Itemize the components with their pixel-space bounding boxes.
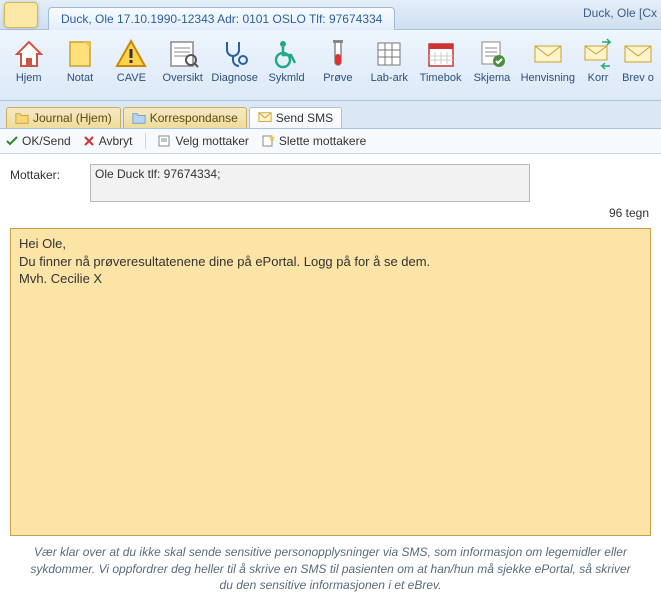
folder-icon [132, 111, 146, 125]
action-label: Velg mottaker [176, 134, 249, 148]
patient-tabbar: Duck, Ole 17.10.1990-12343 Adr: 0101 OSL… [48, 7, 395, 30]
grid-icon [373, 38, 405, 70]
recipient-label: Mottaker: [10, 164, 80, 182]
titlebar: Duck, Ole 17.10.1990-12343 Adr: 0101 OSL… [0, 0, 661, 30]
ribbon-skjema[interactable]: Skjema [467, 34, 516, 98]
action-label: OK/Send [22, 134, 71, 148]
app-icon[interactable] [4, 2, 38, 28]
ribbon-labark[interactable]: Lab-ark [365, 34, 414, 98]
wheelchair-icon [271, 38, 303, 70]
tab-label: Journal (Hjem) [33, 111, 112, 125]
tab-journal[interactable]: Journal (Hjem) [6, 107, 121, 128]
ribbon-brev[interactable]: Brev o [619, 34, 657, 98]
action-label: Avbryt [99, 134, 133, 148]
warning-icon [115, 38, 147, 70]
x-icon [83, 135, 95, 147]
cancel-button[interactable]: Avbryt [83, 134, 133, 148]
check-icon [6, 135, 18, 147]
testtube-icon [322, 38, 354, 70]
ribbon-label: Lab-ark [371, 72, 408, 84]
ribbon-label: Brev o [622, 72, 654, 84]
ribbon-timebok[interactable]: Timebok [416, 34, 465, 98]
envelope-icon [532, 38, 564, 70]
ribbon-prove[interactable]: Prøve [313, 34, 362, 98]
ribbon-label: Oversikt [163, 72, 203, 84]
folder-icon [15, 111, 29, 125]
recipient-input[interactable]: Ole Duck tlf: 97674334; [90, 164, 530, 202]
ribbon-label: Hjem [16, 72, 42, 84]
ribbon-hjem[interactable]: Hjem [4, 34, 53, 98]
disclaimer-text: Vær klar over at du ikke skal sende sens… [10, 536, 651, 597]
ribbon-label: Diagnose [211, 72, 257, 84]
ribbon-oversikt[interactable]: Oversikt [158, 34, 207, 98]
overview-icon [167, 38, 199, 70]
select-recipient-button[interactable]: Velg mottaker [158, 134, 249, 148]
tab-label: Send SMS [276, 111, 333, 125]
patient-tab[interactable]: Duck, Ole 17.10.1990-12343 Adr: 0101 OSL… [48, 7, 395, 30]
ribbon-label: Prøve [323, 72, 352, 84]
separator [145, 133, 146, 149]
ribbon-henvisning[interactable]: Henvisning [519, 34, 577, 98]
document-icon [158, 135, 172, 147]
calendar-icon [425, 38, 457, 70]
home-icon [13, 38, 45, 70]
tab-send-sms[interactable]: Send SMS [249, 107, 342, 128]
ribbon-label: Korr [588, 72, 609, 84]
ribbon-label: Sykmld [269, 72, 305, 84]
form-icon [476, 38, 508, 70]
ribbon-sykmld[interactable]: Sykmld [262, 34, 311, 98]
ribbon-label: Skjema [474, 72, 511, 84]
letter-icon [622, 38, 654, 70]
window-title: Duck, Ole [Cx [583, 6, 657, 20]
ribbon-label: Henvisning [521, 72, 575, 84]
stethoscope-icon [219, 38, 251, 70]
tab-korrespondanse[interactable]: Korrespondanse [123, 107, 247, 128]
mail-exchange-icon [582, 38, 614, 70]
document-star-icon [261, 134, 275, 148]
content-area: Mottaker: Ole Duck tlf: 97674334; 96 teg… [0, 154, 661, 604]
note-icon [64, 38, 96, 70]
ribbon-label: Notat [67, 72, 93, 84]
message-textarea[interactable]: Hei Ole, Du finner nå prøveresultatenene… [10, 228, 651, 536]
action-bar: OK/Send Avbryt Velg mottaker Slette mott… [0, 129, 661, 154]
tab-label: Korrespondanse [150, 111, 238, 125]
ribbon-diagnose[interactable]: Diagnose [209, 34, 259, 98]
delete-recipients-button[interactable]: Slette mottakere [261, 134, 366, 148]
recipient-row: Mottaker: Ole Duck tlf: 97674334; 96 teg… [10, 164, 651, 202]
ok-send-button[interactable]: OK/Send [6, 134, 71, 148]
char-count: 96 tegn [609, 206, 649, 220]
ribbon-toolbar: Hjem Notat CAVE Oversikt Diagnose Sykmld [0, 30, 661, 101]
ribbon-cave[interactable]: CAVE [107, 34, 156, 98]
action-label: Slette mottakere [279, 134, 366, 148]
ribbon-label: Timebok [420, 72, 462, 84]
ribbon-korr[interactable]: Korr [579, 34, 617, 98]
module-tabs: Journal (Hjem) Korrespondanse Send SMS [0, 101, 661, 129]
sms-icon [258, 111, 272, 125]
ribbon-label: CAVE [117, 72, 146, 84]
ribbon-notat[interactable]: Notat [55, 34, 104, 98]
